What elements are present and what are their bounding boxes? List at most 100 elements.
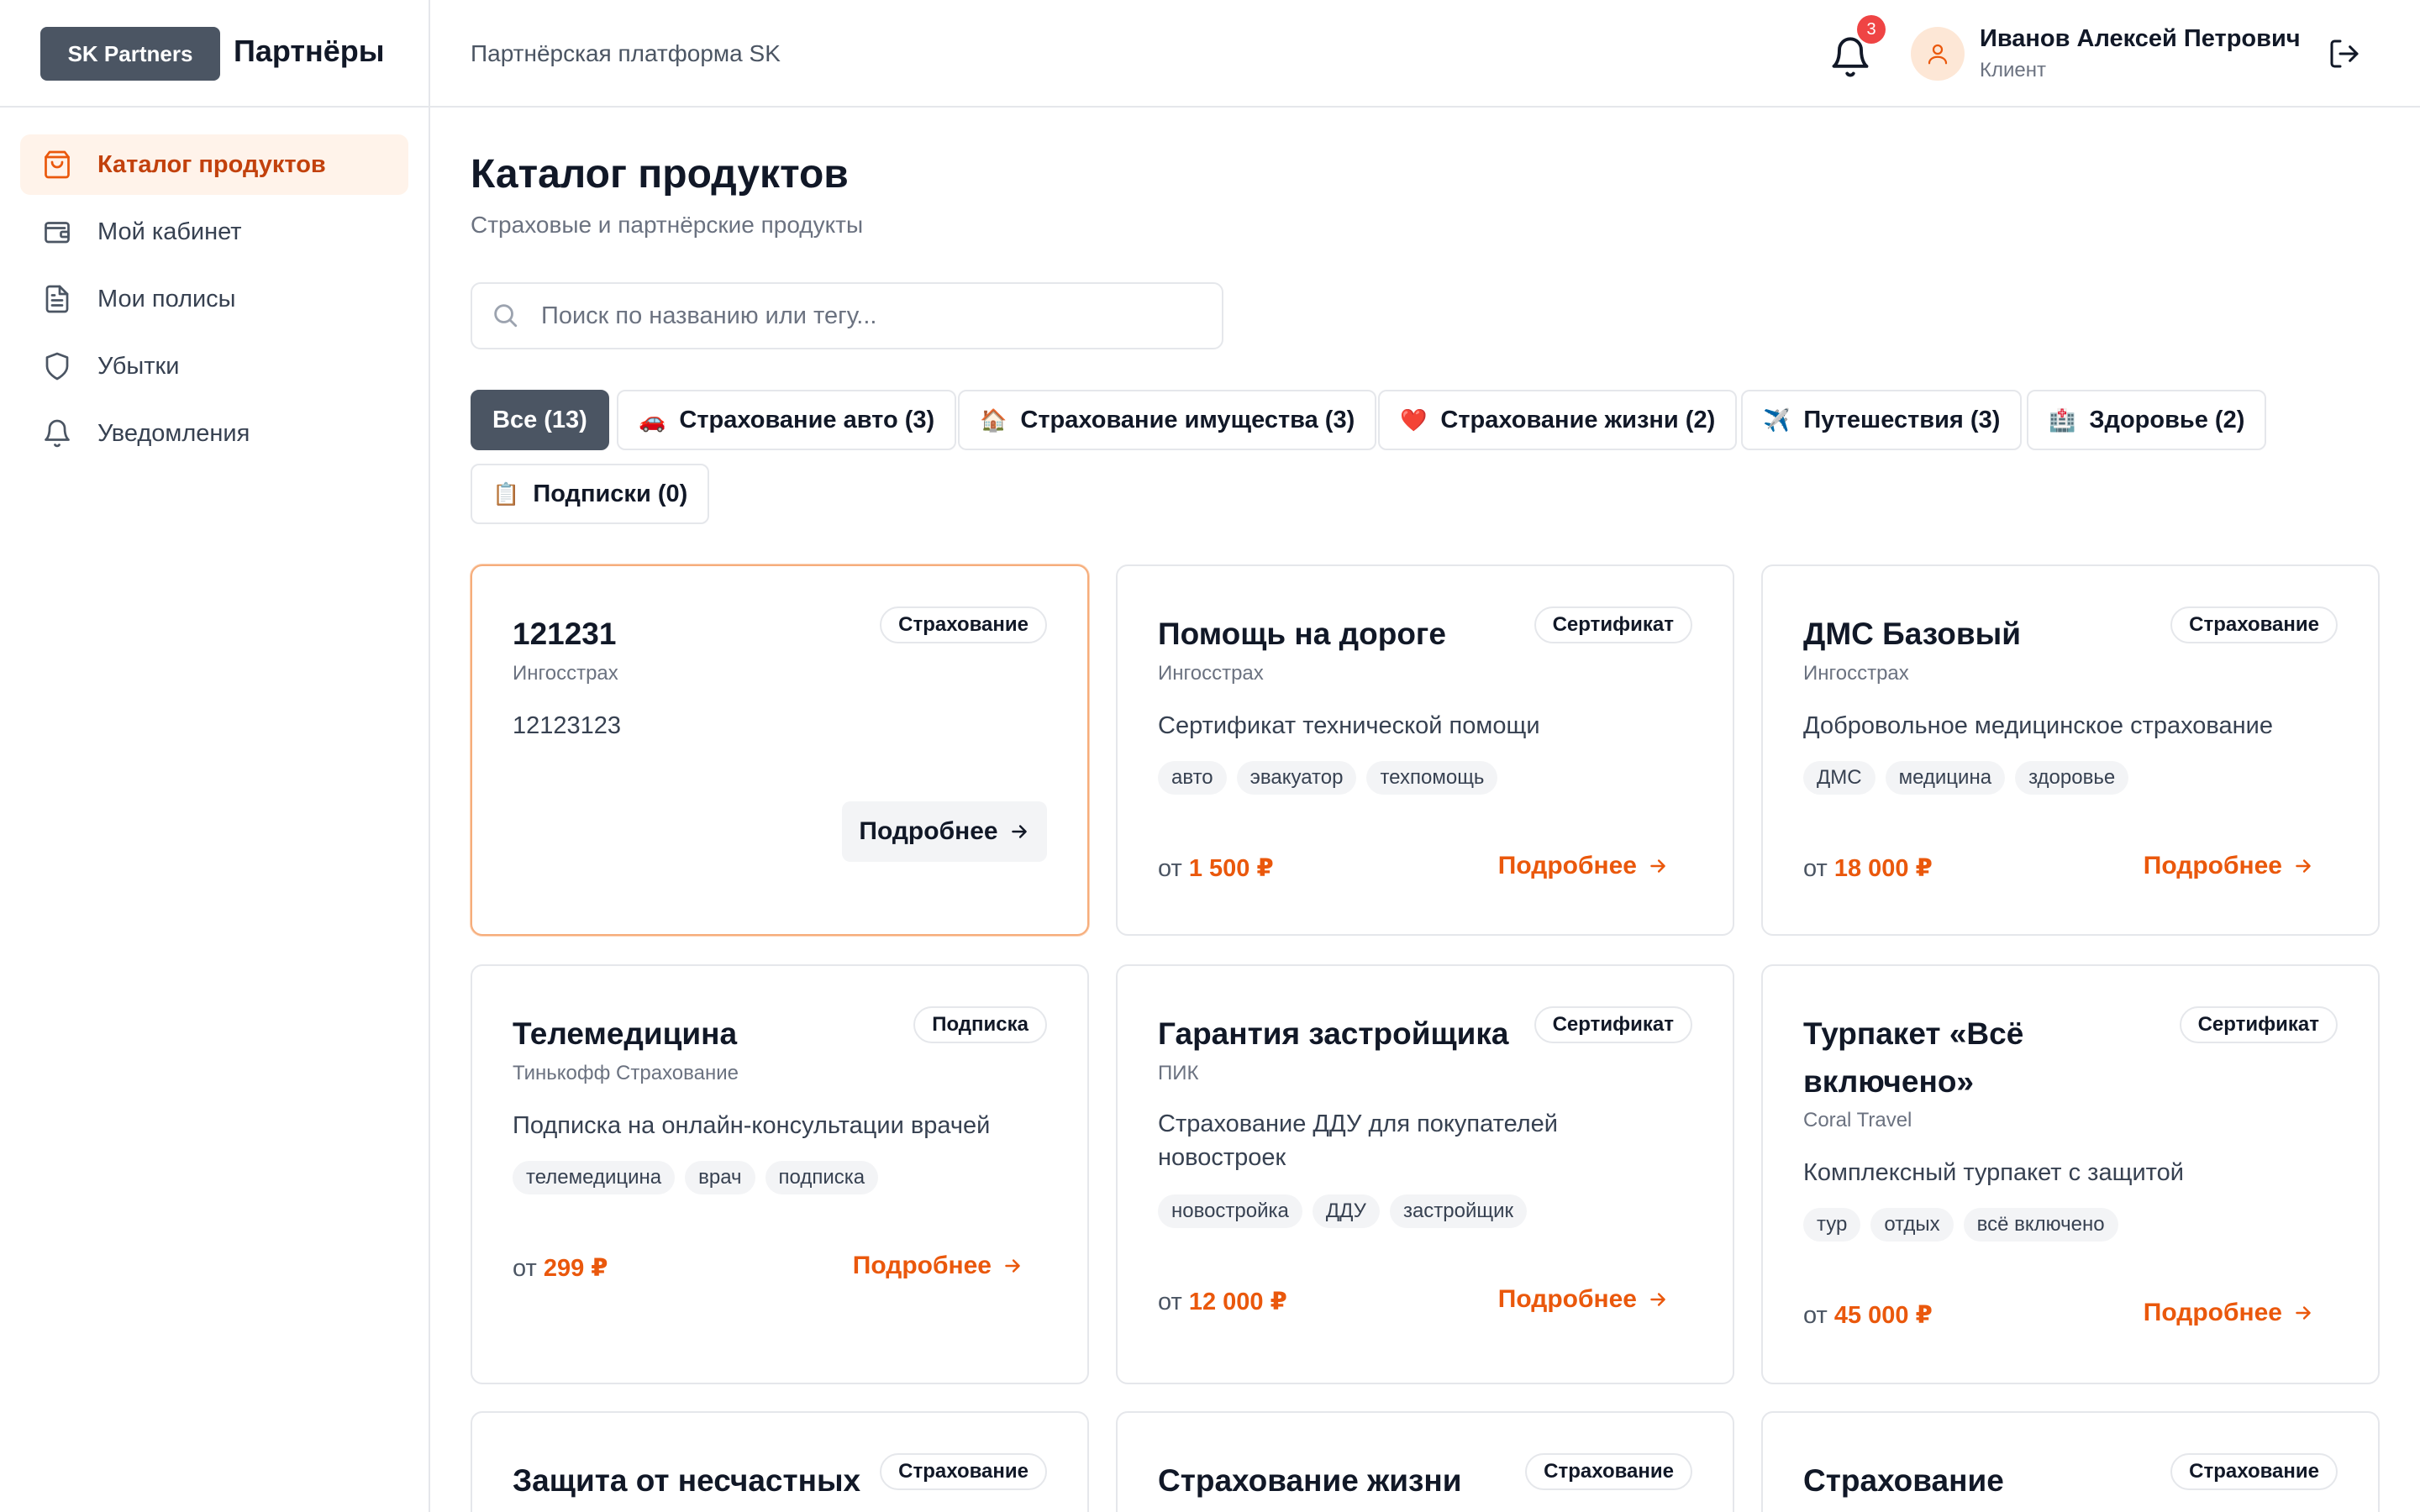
tag[interactable]: медицина [1885,761,2006,795]
details-link[interactable]: Подробнее [853,1252,1023,1280]
category-chip-life[interactable]: ❤️ Страхование жизни (2) [1378,390,1738,450]
tag[interactable]: техпомощь [1366,761,1498,795]
sidebar-item-label: Мои полисы [97,285,236,312]
sidebar-item-notifications[interactable]: Уведомления [20,403,408,464]
tag[interactable]: эвакуатор [1236,761,1357,795]
product-card[interactable]: ДМС Базовый Страхование Ингосстрах Добро… [1761,564,2380,936]
details-link[interactable]: Подробнее [1498,852,1669,880]
user-name[interactable]: Иванов Алексей Петрович [1980,25,2301,53]
product-card[interactable]: Защита от несчастных Страхование [471,1411,1089,1512]
arrow-right-icon [1650,1293,1665,1306]
tag[interactable]: врач [685,1161,755,1194]
heart-icon: ❤️ [1400,407,1428,433]
tag[interactable]: авто [1158,761,1227,795]
sidebar-item-policies[interactable]: Мои полисы [20,269,408,329]
category-chip-auto[interactable]: 🚗 Страхование авто (3) [617,390,957,450]
product-card[interactable]: 121231 Страхование Ингосстрах 12123123 П… [471,564,1089,936]
product-card[interactable]: Гарантия застройщика Сертификат ПИК Стра… [1116,964,1734,1384]
sidebar-item-label: Каталог продуктов [97,150,326,178]
arrow-right-icon [1011,825,1027,838]
product-type-badge: Страхование [880,1453,1047,1490]
user-icon [1928,44,1948,65]
product-title: Турпакет «Всё включено» [1803,1016,2024,1099]
notifications-count-badge: 3 [1857,15,1886,44]
tag[interactable]: подписка [765,1161,879,1194]
product-company: ПИК [1158,1062,1199,1084]
tag[interactable]: новостройка [1158,1194,1302,1228]
category-chip-all[interactable]: Все (13) [471,390,609,450]
tag-list: авто эвакуатор техпомощь [1158,761,1498,795]
product-card[interactable]: Страхование жизни Страхование [1116,1411,1734,1512]
avatar[interactable] [1911,27,1965,81]
category-chip-property[interactable]: 🏠 Страхование имущества (3) [958,390,1377,450]
platform-title: Партнёрская платформа SK [471,40,781,66]
chip-label: Страхование жизни (2) [1440,406,1716,433]
tag[interactable]: застройщик [1389,1194,1528,1228]
tag-list: новостройка ДДУ застройщик [1158,1194,1528,1228]
product-title: Гарантия застройщика [1158,1016,1509,1051]
chip-label: Здоровье (2) [2089,406,2245,433]
product-company: Coral Travel [1803,1109,1912,1131]
details-label: Подробнее [852,1252,992,1279]
arrow-right-icon [2296,859,2311,873]
logo-badge[interactable]: SK Partners [40,27,220,81]
logout-icon[interactable] [2328,37,2361,71]
product-card[interactable]: Помощь на дороге Сертификат Ингосстрах С… [1116,564,1734,936]
product-price: от 45 000 ₽ [1803,1300,1933,1330]
tag[interactable]: ДМС [1803,761,1876,795]
arrow-right-icon [1005,1259,1020,1273]
chip-label: Страхование имущества (3) [1020,406,1355,433]
details-link[interactable]: Подробнее [2144,852,2314,880]
details-button[interactable]: Подробнее [842,801,1047,862]
chip-label: Путешествия (3) [1803,406,2001,433]
search-box[interactable] [471,282,1223,349]
sidebar-item-label: Убытки [97,352,180,380]
product-type-badge: Страхование [880,606,1047,643]
sidebar: Каталог продуктов Мой кабинет Мои полисы… [0,108,430,1512]
details-link[interactable]: Подробнее [2144,1299,2314,1327]
category-chip-subscriptions[interactable]: 📋 Подписки (0) [471,464,710,524]
hospital-icon: 🏥 [2049,407,2076,433]
tag[interactable]: отдых [1870,1208,1954,1242]
price-value: 18 000 ₽ [1833,855,1933,882]
product-card[interactable]: Телемедицина Подписка Тинькофф Страхован… [471,964,1089,1384]
price-prefix: от [1803,1302,1828,1329]
search-input[interactable] [541,302,1197,330]
price-prefix: от [513,1255,537,1282]
bell-icon [40,417,74,450]
product-card[interactable]: Страхование Страхование [1761,1411,2380,1512]
product-price: от 1 500 ₽ [1158,853,1274,883]
tag[interactable]: всё включено [1963,1208,2118,1242]
sidebar-item-catalog[interactable]: Каталог продуктов [20,134,408,195]
car-icon: 🚗 [639,407,666,433]
sidebar-item-cabinet[interactable]: Мой кабинет [20,202,408,262]
tag[interactable]: телемедицина [513,1161,676,1194]
category-chip-travel[interactable]: ✈️ Путешествия (3) [1741,390,2023,450]
airplane-icon: ✈️ [1763,407,1791,433]
product-company: Ингосстрах [1803,662,1909,685]
clipboard-icon: 📋 [492,480,520,507]
chip-label: Подписки (0) [533,480,688,507]
house-icon: 🏠 [980,407,1007,433]
product-type-badge: Сертификат [1534,1006,1692,1043]
price-value: 1 500 ₽ [1188,855,1274,882]
shopping-bag-icon [40,148,74,181]
header-divider [429,0,430,108]
product-description: 12123123 [513,712,622,739]
category-chip-health[interactable]: 🏥 Здоровье (2) [2027,390,2267,450]
tag[interactable]: тур [1803,1208,1861,1242]
wallet-icon [40,215,74,249]
tag[interactable]: ДДУ [1312,1194,1380,1228]
product-price: от 12 000 ₽ [1158,1287,1287,1316]
tag-list: тур отдых всё включено [1803,1208,2118,1242]
details-link[interactable]: Подробнее [1498,1285,1669,1314]
chip-label: Все (13) [492,406,587,433]
product-type-badge: Сертификат [1534,606,1692,643]
tag[interactable]: здоровье [2015,761,2129,795]
product-card[interactable]: Турпакет «Всё включено» Сертификат Coral… [1761,964,2380,1384]
price-value: 12 000 ₽ [1188,1289,1287,1315]
arrow-right-icon [1650,859,1665,873]
sidebar-item-claims[interactable]: Убытки [20,336,408,396]
product-type-badge: Страхование [2170,606,2338,643]
product-description: Подписка на онлайн-консультации врачей [513,1112,991,1139]
